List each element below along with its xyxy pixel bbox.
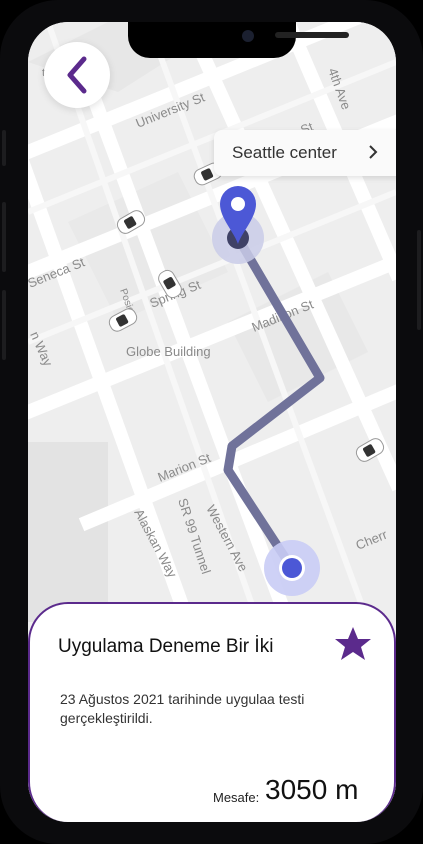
screen: University St Seneca St eca St 4th Ave S… [28,22,396,822]
svg-text:Globe Building: Globe Building [126,344,211,359]
destination-dot [282,558,302,578]
card-title: Uygulama Deneme Bir İki [58,636,274,657]
volume-down-button [2,290,6,360]
chevron-left-icon [67,56,87,94]
destination-label: Seattle center [232,143,337,162]
star-icon[interactable] [334,626,372,662]
distance-value: 3050 m [265,774,359,805]
mute-switch [2,130,6,166]
distance-label: Mesafe: [213,790,260,805]
volume-up-button [2,202,6,272]
card-description: 23 Ağustos 2021 tarihinde uygulaa testi … [60,691,305,726]
chevron-right-icon [369,145,378,159]
back-button[interactable] [44,42,110,108]
trip-card: Uygulama Deneme Bir İki 23 Ağustos 2021 … [28,602,396,822]
destination-chip[interactable]: Seattle center [214,130,396,176]
map[interactable]: University St Seneca St eca St 4th Ave S… [28,22,396,622]
camera [242,30,254,42]
notch [128,22,349,58]
speaker [275,32,349,38]
power-button [417,230,421,330]
phone-frame: University St Seneca St eca St 4th Ave S… [0,0,423,844]
